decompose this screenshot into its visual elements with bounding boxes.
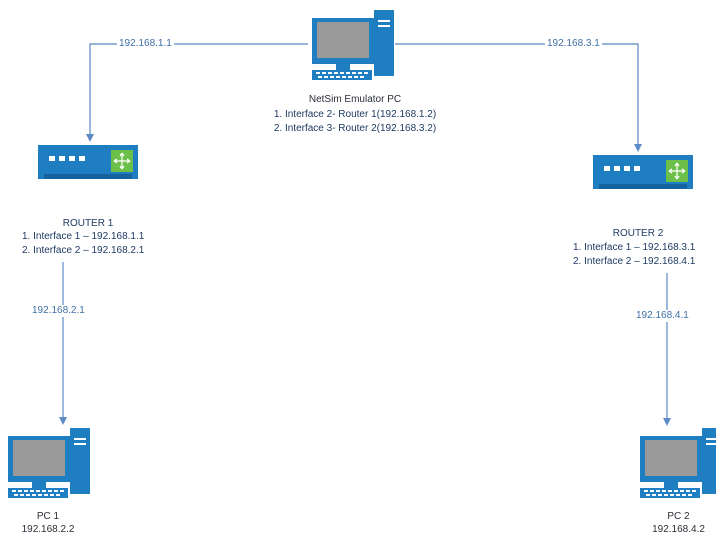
router-icon xyxy=(37,144,139,180)
router2-title: ROUTER 2 xyxy=(612,228,664,239)
desktop-pc-icon xyxy=(312,10,394,80)
emulator-title: NetSim Emulator PC xyxy=(308,94,402,105)
link-label-emulator-router2: 192.168.3.1 xyxy=(545,38,602,50)
network-diagram xyxy=(8,10,716,498)
pc2-title: PC 2 xyxy=(667,511,690,522)
link-label-router2-pc2: 192.168.4.1 xyxy=(634,310,691,322)
link-label-emulator-router1: 192.168.1.1 xyxy=(117,38,174,50)
router-icon xyxy=(592,154,694,190)
router1-title: ROUTER 1 xyxy=(62,218,114,229)
pc2-ip: 192.168.4.2 xyxy=(652,524,705,535)
desktop-pc-icon xyxy=(640,428,716,498)
router1-interface-1: 1. Interface 1 – 192.168.1.1 xyxy=(22,231,145,242)
pc1-ip: 192.168.2.2 xyxy=(21,524,75,535)
emulator-interface-2: 2. Interface 3- Router 2(192.168.3.2) xyxy=(273,123,437,134)
pc1-title: PC 1 xyxy=(36,511,60,522)
router2-interface-1: 1. Interface 1 – 192.168.3.1 xyxy=(573,242,696,253)
desktop-pc-icon xyxy=(8,428,90,498)
emulator-interface-1: 1. Interface 2- Router 1(192.168.1.2) xyxy=(273,109,437,120)
router2-interface-2: 2. Interface 2 – 192.168.4.1 xyxy=(573,256,696,267)
link-label-router1-pc1: 192.168.2.1 xyxy=(30,305,87,317)
router1-interface-2: 2. Interface 2 – 192.168.2.1 xyxy=(22,245,145,256)
